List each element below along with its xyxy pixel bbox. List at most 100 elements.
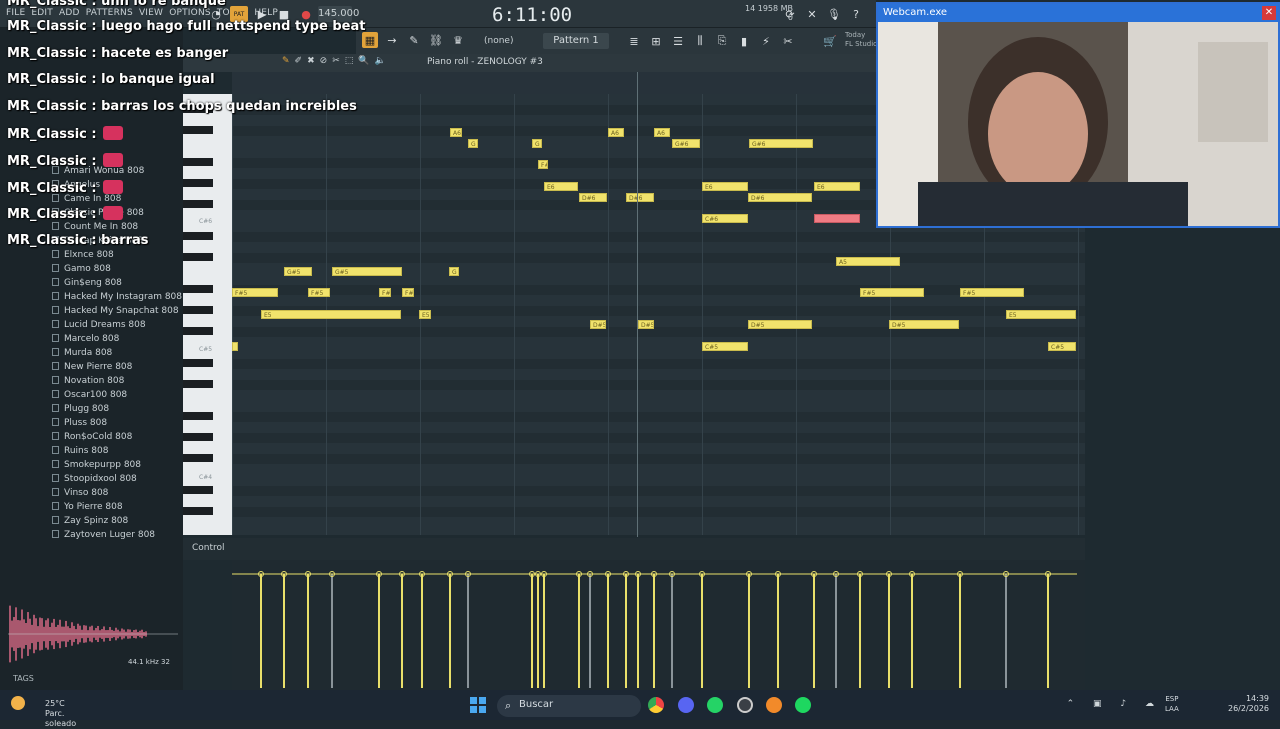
browser-item[interactable]: Gamo 808 [52,264,111,274]
spotify-icon[interactable] [795,697,811,713]
playhead[interactable] [637,72,638,537]
browser-item[interactable]: Ron$oCold 808 [52,432,132,442]
note[interactable]: D#5 [638,320,654,329]
stamp-icon[interactable]: ♛ [450,32,466,48]
note[interactable]: G#5 [284,267,312,276]
black-key[interactable] [183,486,213,495]
browser-item[interactable]: Gin$eng 808 [52,278,122,288]
language-indicator[interactable]: ESP LAA [1165,694,1179,714]
browser-item[interactable]: Yo Pierre 808 [52,502,123,512]
note[interactable]: E6 [702,182,748,191]
note[interactable]: C#5 [1048,342,1076,351]
note[interactable]: G#6 [672,139,700,148]
note[interactable]: D#6 [579,193,607,202]
menu-options[interactable]: OPTIONS [169,8,211,18]
black-key[interactable] [183,284,213,293]
note[interactable]: D#5 [748,320,812,329]
menu-patterns[interactable]: PATTERNS [86,8,133,18]
browser-item[interactable]: Marcelo 808 [52,334,119,344]
taskbar-search[interactable]: ⌕ Buscar [497,695,641,717]
black-key[interactable] [183,412,213,420]
select-tool-icon[interactable]: ⬚ [345,56,354,66]
browser-item[interactable]: Hacked My Instagram 808 [52,292,182,302]
channel-rack-icon[interactable]: ⊞ [648,33,664,49]
black-key[interactable] [183,306,213,314]
note[interactable]: E5 [419,310,431,319]
cart-icon[interactable]: 🛒 [822,33,838,49]
discord-icon[interactable] [678,697,694,713]
webcam-window[interactable]: Webcam.exe ✕ [876,2,1280,228]
tools-icon[interactable]: ✂ [780,33,796,49]
velocity-lane[interactable] [232,560,1085,690]
weather-icon[interactable] [11,696,25,710]
clock[interactable]: 14:39 26/2/2026 [1228,694,1269,714]
link-icon[interactable]: ⛓ [428,32,444,48]
delete-tool-icon[interactable]: ✖ [307,56,315,66]
obs-icon[interactable] [737,697,753,713]
paint-tool-icon[interactable]: ✐ [295,56,303,66]
browser-item[interactable]: Oscar100 808 [52,390,127,400]
note[interactable]: F#5 [232,288,278,297]
browser-item[interactable]: Count Me In 808 [52,222,138,232]
browser-item[interactable]: Hacked My Snapchat 808 [52,306,179,316]
note[interactable]: F#5 [960,288,1024,297]
draw-tool-icon[interactable]: ✎ [282,56,290,66]
note[interactable]: G#5 [332,267,402,276]
browser-item[interactable]: Novation 808 [52,376,124,386]
close-icon[interactable]: ✕ [1262,6,1276,20]
browser-item[interactable]: Smokepurpp 808 [52,460,141,470]
note[interactable]: E6 [814,182,860,191]
help-icon[interactable]: ? [848,6,864,22]
note[interactable]: F#5 [379,288,391,297]
whatsapp-icon[interactable] [707,697,723,713]
black-key[interactable] [183,433,213,442]
note[interactable]: E6 [544,182,578,191]
black-key[interactable] [183,157,213,166]
note[interactable]: G#6 [749,139,813,148]
browser-item[interactable]: Elxnce 808 [52,250,114,260]
note[interactable]: A6 [450,128,462,137]
note[interactable]: D#5 [590,320,606,329]
menu-view[interactable]: VIEW [139,8,163,18]
menu-edit[interactable]: EDIT [31,8,53,18]
slice-tool-icon[interactable]: ✂ [332,56,340,66]
note[interactable]: G [468,139,478,148]
note[interactable]: F#5 [860,288,924,297]
browser-item[interactable]: Ruins 808 [52,446,109,456]
browser-item[interactable]: Lucid Dreams 808 [52,320,146,330]
news-panel[interactable]: Today FL Studio [845,31,877,49]
mixer-icon[interactable]: ≣ [626,33,642,49]
black-key[interactable] [183,454,213,463]
piano-roll-mode-icon[interactable]: ▦ [362,32,378,48]
refresh-icon[interactable]: ⟳ [782,6,798,22]
note[interactable]: E5 [261,310,401,319]
plugin-icon[interactable]: ▮ [736,33,752,49]
system-tray-icons[interactable]: ⌃ ▣ ♪ ☁ [1067,699,1162,709]
note[interactable]: A6 [608,128,624,137]
fl-studio-icon[interactable] [766,697,782,713]
note[interactable]: C#6 [702,214,748,223]
windows-start-icon[interactable] [470,697,486,713]
microphone-icon[interactable]: 🎙 [826,6,842,22]
note[interactable]: A5 [836,257,900,266]
black-key[interactable] [183,359,213,367]
menu-file[interactable]: FILE [6,8,25,18]
browser-item[interactable]: Plugg 808 [52,404,109,414]
black-key[interactable] [183,200,213,208]
chrome-icon[interactable] [648,697,664,713]
plug-icon[interactable]: ⚡ [758,33,774,49]
pencil-icon[interactable]: ✎ [406,32,422,48]
zoom-tool-icon[interactable]: 🔍 [358,56,369,66]
tags-label[interactable]: TAGS [13,674,34,683]
note[interactable]: D#6 [626,193,654,202]
midi-icon[interactable]: ✕ [804,6,820,22]
browser-item[interactable]: Zaytoven Luger 808 [52,530,155,540]
timeline-ruler[interactable] [232,72,876,94]
browser-item[interactable]: New Pierre 808 [52,362,132,372]
playlist-icon[interactable]: ☰ [670,33,686,49]
black-key[interactable] [183,253,213,261]
note[interactable] [232,342,238,351]
browser-item[interactable]: Stoopidxool 808 [52,474,137,484]
control-selector[interactable]: Control [192,543,225,553]
note[interactable]: C#5 [702,342,748,351]
